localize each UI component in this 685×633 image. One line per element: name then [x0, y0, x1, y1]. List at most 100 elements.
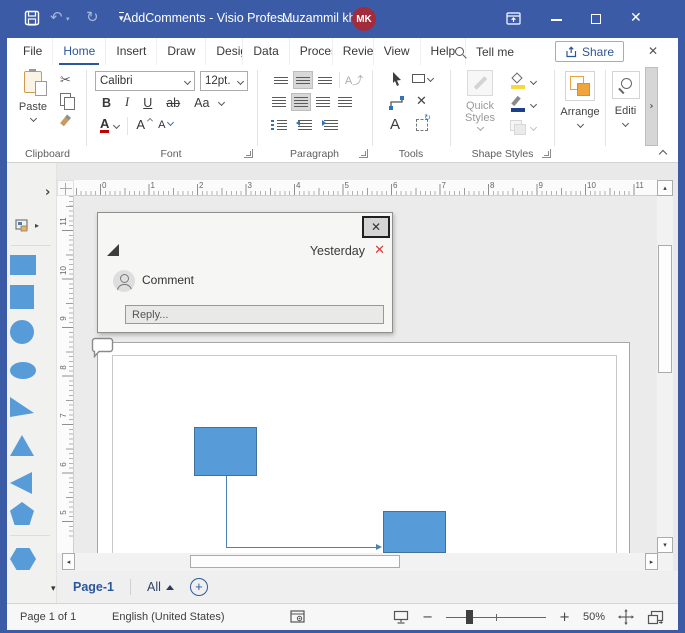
- stencil-shape-ellipse[interactable]: [10, 362, 36, 379]
- collapse-ribbon-icon[interactable]: [659, 150, 667, 158]
- vertical-scrollbar-thumb[interactable]: [658, 245, 672, 373]
- text-tool-icon[interactable]: A: [390, 116, 400, 133]
- comment-marker-icon[interactable]: [107, 244, 119, 256]
- quick-styles-button[interactable]: Quick Styles: [455, 70, 505, 130]
- font-name-combo[interactable]: Calibri: [95, 71, 195, 91]
- zoom-slider-thumb[interactable]: [466, 610, 473, 624]
- tab-design[interactable]: Design: [206, 38, 243, 65]
- increase-indent-button[interactable]: [321, 116, 341, 134]
- redo-icon[interactable]: ↻: [86, 8, 99, 26]
- format-painter-icon[interactable]: [60, 115, 71, 127]
- fill-button[interactable]: [510, 73, 536, 89]
- panel-expand-icon[interactable]: ›: [45, 185, 50, 200]
- stencil-shape-pentagon[interactable]: [10, 502, 34, 525]
- horizontal-scrollbar-thumb[interactable]: [190, 555, 400, 568]
- font-size-combo[interactable]: 12pt.: [200, 71, 248, 91]
- editing-button[interactable]: Editi: [607, 71, 644, 126]
- underline-button[interactable]: U: [139, 96, 156, 110]
- stencil-shape-left-triangle[interactable]: [10, 472, 32, 494]
- strikethrough-button[interactable]: ab: [162, 96, 184, 110]
- tab-data[interactable]: Data: [243, 38, 289, 65]
- page-tab-page1[interactable]: Page-1: [73, 580, 114, 594]
- font-color-button[interactable]: A: [100, 117, 109, 133]
- text-direction-button[interactable]: A⤴: [344, 71, 364, 89]
- horizontal-scrollbar[interactable]: ◂ ▸: [57, 553, 673, 571]
- font-dialog-launcher[interactable]: [244, 149, 253, 158]
- tab-view[interactable]: View: [374, 38, 421, 65]
- tell-me-box[interactable]: Tell me: [455, 38, 514, 65]
- stencil-window-icon[interactable]: [15, 219, 31, 233]
- scroll-left-button[interactable]: ◂: [62, 553, 75, 570]
- bold-button[interactable]: B: [98, 96, 115, 110]
- align-top-button[interactable]: [271, 71, 291, 89]
- align-left-button[interactable]: [269, 93, 289, 111]
- maximize-button[interactable]: [591, 14, 601, 24]
- bullets-button[interactable]: [269, 116, 289, 134]
- comment-indicator-icon[interactable]: [91, 336, 115, 360]
- page-indicator[interactable]: Page 1 of 1: [20, 611, 76, 623]
- decrease-indent-button[interactable]: [295, 116, 315, 134]
- close-ribbon-icon[interactable]: ✕: [648, 44, 658, 58]
- stencil-shape-square[interactable]: [10, 285, 34, 309]
- cut-icon[interactable]: ✂: [60, 73, 71, 88]
- ribbon-scroll-strip[interactable]: ›: [645, 67, 658, 146]
- zoom-out-button[interactable]: −: [422, 610, 433, 625]
- panel-scroll-down-icon[interactable]: ▾: [51, 584, 56, 594]
- italic-button[interactable]: I: [121, 95, 133, 110]
- save-icon[interactable]: [24, 10, 40, 26]
- connection-point-tool-icon[interactable]: ✕: [416, 94, 427, 109]
- shape-styles-dialog-launcher[interactable]: [542, 149, 551, 158]
- align-right-button[interactable]: [313, 93, 333, 111]
- delete-comment-icon[interactable]: ✕: [374, 243, 385, 258]
- stencil-shape-right-triangle[interactable]: [10, 397, 34, 417]
- tab-file[interactable]: File: [13, 38, 53, 65]
- paragraph-dialog-launcher[interactable]: [359, 149, 368, 158]
- reply-input[interactable]: [125, 305, 384, 324]
- fit-page-icon[interactable]: [618, 609, 634, 625]
- connector-vertical-segment[interactable]: [226, 476, 227, 548]
- free-transform-tool-icon[interactable]: [416, 119, 428, 131]
- comment-popup-close-button[interactable]: ✕: [362, 216, 390, 238]
- stencil-shape-triangle[interactable]: [10, 435, 34, 456]
- close-button[interactable]: ✕: [630, 10, 642, 26]
- language-indicator[interactable]: English (United States): [112, 611, 225, 623]
- scroll-right-button[interactable]: ▸: [645, 553, 658, 570]
- undo-dropdown-icon[interactable]: ▾: [66, 15, 70, 23]
- copy-icon[interactable]: [60, 93, 74, 108]
- stencil-flyout-icon[interactable]: ▸: [35, 221, 39, 230]
- arrange-button[interactable]: Arrange: [556, 71, 604, 127]
- macro-recorder-icon[interactable]: [290, 610, 306, 624]
- align-center-button[interactable]: [291, 93, 311, 111]
- zoom-slider[interactable]: [446, 609, 546, 625]
- paste-button[interactable]: Paste: [16, 71, 50, 137]
- drawing-canvas[interactable]: ✕ Yesterday ✕ Comment: [74, 196, 657, 553]
- stencil-shape-circle[interactable]: [10, 320, 34, 344]
- undo-icon[interactable]: ↶: [50, 8, 63, 26]
- avatar[interactable]: MK: [352, 7, 376, 31]
- connector-horizontal-segment[interactable]: [226, 547, 377, 548]
- grow-font-button[interactable]: A: [136, 117, 145, 132]
- diagram-shape-rectangle-1[interactable]: [194, 427, 257, 476]
- tab-draw[interactable]: Draw: [157, 38, 206, 65]
- zoom-in-button[interactable]: +: [559, 610, 570, 625]
- stencil-shape-rectangle[interactable]: [10, 255, 36, 275]
- justify-button[interactable]: [335, 93, 355, 111]
- add-page-button[interactable]: +: [190, 578, 208, 596]
- rectangle-tool[interactable]: [412, 74, 433, 83]
- tab-home[interactable]: Home: [53, 38, 106, 65]
- stencil-shape-hexagon[interactable]: [10, 548, 36, 570]
- ribbon-display-options-icon[interactable]: [506, 12, 521, 25]
- vertical-scrollbar[interactable]: ▴ ▾: [657, 180, 673, 553]
- scroll-up-button[interactable]: ▴: [657, 180, 673, 196]
- switch-windows-icon[interactable]: [647, 610, 664, 625]
- tab-insert[interactable]: Insert: [106, 38, 157, 65]
- align-bottom-button[interactable]: [315, 71, 335, 89]
- pointer-tool-icon[interactable]: [390, 71, 404, 87]
- change-case-button[interactable]: Aa: [190, 96, 213, 110]
- tab-process[interactable]: Process: [290, 38, 333, 65]
- tab-review[interactable]: Review: [333, 38, 374, 65]
- shrink-font-button[interactable]: A: [158, 119, 165, 131]
- presentation-mode-icon[interactable]: [393, 610, 409, 625]
- diagram-shape-rectangle-2[interactable]: [383, 511, 446, 553]
- align-middle-button[interactable]: [293, 71, 313, 89]
